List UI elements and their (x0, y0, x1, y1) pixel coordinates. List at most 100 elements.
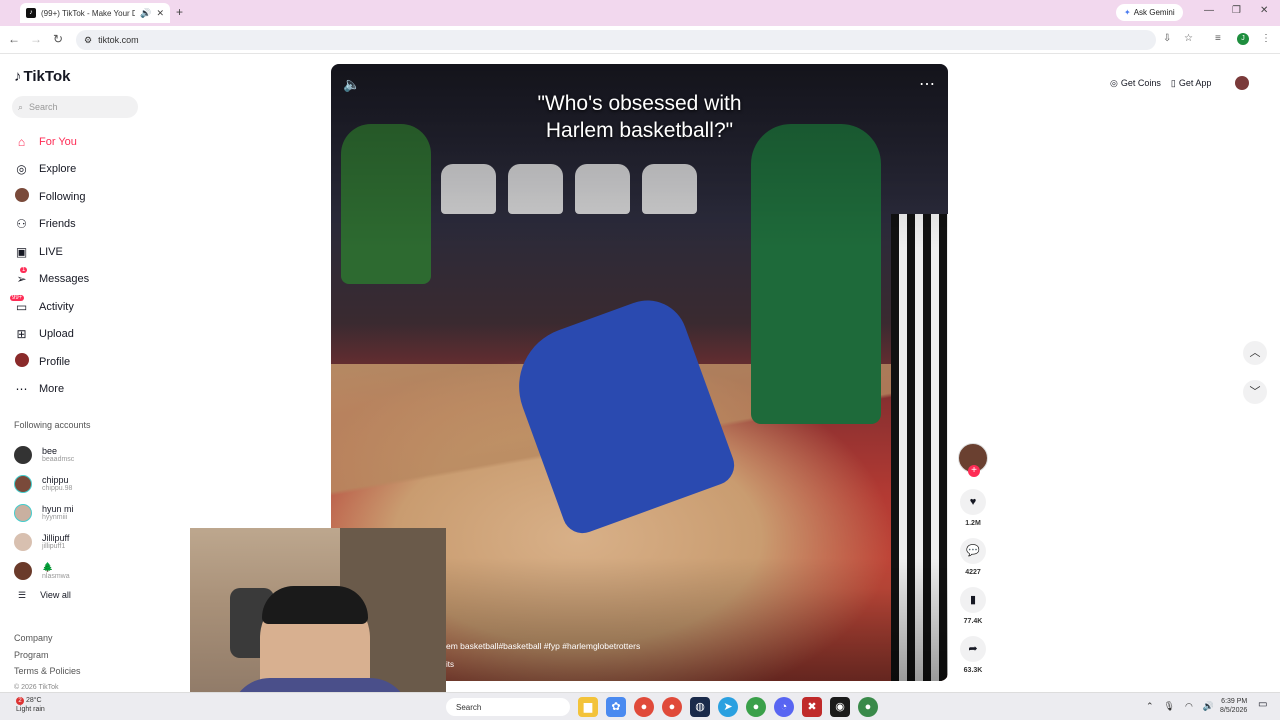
save-count: 77.4K (963, 618, 983, 625)
browser-menu-icon[interactable]: ⋮ (1261, 33, 1271, 44)
chevron-up-icon: ︿ (1249, 347, 1261, 359)
address-bar[interactable]: ⚙ tiktok.com (76, 30, 1156, 50)
file-explorer-icon[interactable]: ▆ (578, 697, 598, 717)
install-icon[interactable]: ⇩ (1163, 33, 1171, 44)
tab-title: (99+) TikTok - Make Your Day (41, 8, 136, 18)
following-account[interactable]: chippu chippu.98 (14, 469, 74, 498)
clock-time: 6:39 PM (1221, 698, 1248, 705)
bookmark-star-icon[interactable]: ☆ (1184, 33, 1193, 44)
notification-icon[interactable]: ▭ (1258, 699, 1267, 710)
account-name: Jillipuff (42, 533, 70, 543)
nav-following[interactable]: Following (14, 183, 89, 211)
following-account[interactable]: Jillipuff jillipuff1 (14, 527, 74, 556)
footer-terms-link[interactable]: Terms & Policies (14, 663, 81, 680)
bookmark-icon[interactable]: ▮ (960, 587, 986, 613)
taskbar-clock[interactable]: 6:39 PM 8/5/2026 (1220, 697, 1247, 715)
new-tab-button[interactable]: + (176, 5, 183, 19)
close-window-icon[interactable]: ✕ (1260, 5, 1268, 16)
system-tray: ⌃ 🎙 ◠ 🔊 (1146, 701, 1214, 712)
nav-upload[interactable]: ⊞ Upload (14, 321, 89, 349)
chrome-icon[interactable]: ● (634, 697, 654, 717)
address-text: tiktok.com (98, 35, 139, 45)
ask-gemini-button[interactable]: ✦ Ask Gemini (1116, 4, 1183, 21)
get-app-button[interactable]: ▯ Get App (1171, 78, 1211, 89)
get-coins-button[interactable]: ◎ Get Coins (1110, 78, 1161, 89)
nav-for-you[interactable]: ⌂ For You (14, 128, 89, 156)
extensions-icon[interactable]: ≡ (1215, 33, 1221, 44)
heart-icon[interactable]: ♥ (960, 489, 986, 515)
forward-icon[interactable]: → (30, 32, 42, 46)
user-avatar[interactable] (1235, 76, 1250, 90)
footer-company-link[interactable]: Company (14, 630, 81, 647)
account-handle: nlasmwa (42, 572, 70, 580)
comment-icon[interactable]: 💬 (960, 538, 986, 564)
taskbar-search[interactable]: Search (446, 698, 570, 716)
chrome-profile-icon[interactable]: ● (662, 697, 682, 717)
spotify-app-icon[interactable]: ◉ (830, 697, 850, 717)
tab-close-icon[interactable]: ✕ (156, 8, 164, 19)
chrome-active-icon[interactable]: ● (858, 697, 878, 717)
compass-icon: ◎ (16, 162, 27, 177)
nav-label: Upload (39, 328, 74, 341)
nav-activity[interactable]: ▭ 99+ Activity (10, 293, 89, 321)
list-icon: ☰ (18, 590, 27, 600)
view-all-button[interactable]: ☰ View all (18, 590, 71, 601)
search-input[interactable]: ⌕ Search (12, 96, 138, 118)
follow-plus-icon[interactable]: + (968, 465, 980, 477)
tray-chevron-icon[interactable]: ⌃ (1146, 701, 1154, 712)
nav-live[interactable]: ▣ LIVE (14, 238, 89, 266)
phone-icon: ▯ (1170, 77, 1176, 88)
footer-program-link[interactable]: Program (14, 647, 81, 664)
tiktok-logo[interactable]: ♪ TikTok (14, 68, 70, 85)
browser-profile-avatar[interactable]: J (1237, 33, 1249, 45)
tab-audio-icon[interactable]: 🔊 (140, 8, 151, 19)
back-icon[interactable]: ← (8, 32, 20, 46)
weather-badge: 2 (16, 697, 24, 705)
nav-friends[interactable]: ⚇ Friends (14, 211, 89, 239)
speaker-icon[interactable]: 🔊 (1203, 701, 1214, 712)
share-count: 63.3K (963, 667, 983, 674)
video-actions: + ♥ 1.2M 💬 4227 ▮ 77.4K ➦ 63.3K (956, 443, 990, 674)
microphone-icon[interactable]: 🎙 (1164, 701, 1175, 712)
previous-video-button[interactable]: ︿ (1243, 341, 1267, 365)
nav-explore[interactable]: ◎ Explore (14, 156, 89, 184)
site-info-icon[interactable]: ⚙ (84, 35, 92, 46)
following-account[interactable]: bee beaadmsc (14, 440, 74, 469)
share-icon[interactable]: ➦ (960, 636, 986, 662)
minimize-icon[interactable]: — (1204, 5, 1214, 16)
video-hashtags[interactable]: em basketball#basketball #fyp #harlemglo… (446, 641, 640, 651)
steam-icon[interactable]: ◍ (690, 697, 710, 717)
chrome-alt-icon[interactable]: ● (746, 697, 766, 717)
account-handle: jillipuff1 (42, 543, 66, 550)
comment-action: 💬 4227 (956, 538, 990, 576)
nav-profile[interactable]: Profile (14, 348, 89, 376)
volume-icon[interactable]: 🔈 (343, 76, 360, 93)
account-name: chippu (42, 475, 69, 485)
tiktok-note-icon: ♪ (14, 68, 22, 85)
gemini-icon: ✦ (1124, 8, 1131, 17)
following-avatar-icon (14, 188, 29, 205)
nav-messages[interactable]: ➢ 1 Messages (14, 266, 89, 294)
maximize-icon[interactable]: ❐ (1232, 5, 1241, 16)
ask-gemini-label: Ask Gemini (1133, 8, 1175, 17)
discord-icon[interactable]: ◔ (774, 697, 794, 717)
copilot-icon[interactable]: ✿ (606, 697, 626, 717)
telegram-icon[interactable]: ➤ (718, 697, 738, 717)
account-handle: chippu.98 (42, 485, 73, 492)
weather-widget[interactable]: 2 28°C Light rain (16, 696, 45, 714)
more-options-icon[interactable]: ⋯ (919, 74, 936, 94)
nav-more[interactable]: ⋯ More (14, 376, 89, 404)
account-name: 🌲 (42, 561, 54, 572)
next-video-button[interactable]: ﹀ (1243, 380, 1267, 404)
browser-tab[interactable]: ♪ (99+) TikTok - Make Your Day 🔊 ✕ (20, 3, 170, 23)
video-description-more[interactable]: its (446, 660, 454, 669)
wifi-icon[interactable]: ◠ (1185, 701, 1193, 712)
following-account[interactable]: 🌲 nlasmwa (14, 556, 74, 585)
browser-toolbar: ← → ↻ ⚙ tiktok.com ⇩ ☆ ≡ ⋮ (0, 26, 1280, 54)
like-count: 1.2M (965, 520, 981, 527)
app-red-icon[interactable]: ✖ (802, 697, 822, 717)
following-account[interactable]: hyun mi hyynmiii (14, 498, 74, 527)
creator-avatar[interactable]: + (958, 443, 988, 477)
reload-icon[interactable]: ↻ (53, 32, 63, 46)
nav-label: Profile (39, 355, 71, 368)
